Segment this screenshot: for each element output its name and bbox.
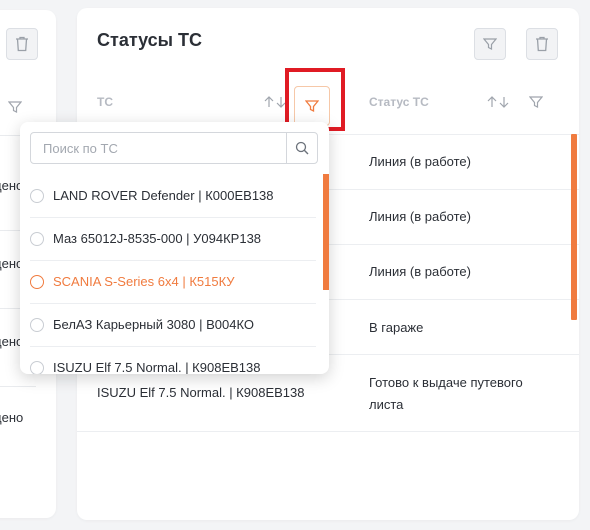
- filter-button[interactable]: [474, 28, 506, 60]
- search-box: [30, 132, 318, 164]
- left-cell: дено: [0, 410, 24, 425]
- search-icon: [295, 141, 309, 155]
- radio-button[interactable]: [30, 231, 44, 246]
- filter-option[interactable]: LAND ROVER Defender | К000ЕВ138: [30, 174, 316, 217]
- status-cell: В гараже: [369, 320, 424, 335]
- row-divider: [0, 386, 36, 387]
- delete-button[interactable]: [526, 28, 558, 60]
- option-label: Маз 65012J-8535-000 | У094КР138: [53, 231, 262, 246]
- vehicle-filter-dropdown: LAND ROVER Defender | К000ЕВ138 Маз 6501…: [20, 122, 329, 374]
- filter-icon: [483, 38, 497, 50]
- column-header-vehicle: ТС: [97, 95, 113, 109]
- search-input[interactable]: [31, 133, 287, 163]
- status-cell: Линия (в работе): [369, 264, 471, 279]
- filter-option[interactable]: ISUZU Elf 7.5 Normal. | К908ЕВ138: [30, 346, 316, 374]
- radio-button[interactable]: [30, 360, 44, 374]
- radio-button[interactable]: [30, 188, 44, 203]
- status-cell: Готово к выдаче путевого листа: [369, 375, 523, 412]
- status-cell: Линия (в работе): [369, 209, 471, 224]
- table-scrollbar[interactable]: [571, 134, 577, 320]
- option-label: ISUZU Elf 7.5 Normal. | К908ЕВ138: [53, 360, 261, 374]
- dropdown-scrollbar[interactable]: [323, 174, 329, 290]
- radio-button[interactable]: [30, 274, 44, 289]
- sort-icon[interactable]: [487, 96, 511, 108]
- trash-icon: [536, 36, 548, 52]
- filter-option[interactable]: Маз 65012J-8535-000 | У094КР138: [30, 217, 316, 260]
- option-label: SCANIA S-Series 6x4 | К515КУ: [53, 274, 235, 289]
- card-title: Статусы ТС: [97, 30, 203, 50]
- filter-option[interactable]: БелАЗ Карьерный 3080 | В004КО: [30, 303, 316, 346]
- option-label: LAND ROVER Defender | К000ЕВ138: [53, 188, 274, 203]
- radio-button[interactable]: [30, 317, 44, 332]
- column-header-status: Статус ТС: [369, 95, 429, 109]
- vehicle-cell: ISUZU Elf 7.5 Normal. | К908ЕВ138: [97, 385, 305, 400]
- row-divider: [77, 431, 579, 432]
- filter-icon[interactable]: [529, 95, 543, 109]
- filter-icon[interactable]: [8, 100, 22, 114]
- delete-button[interactable]: [6, 28, 38, 60]
- status-cell: Линия (в работе): [369, 154, 471, 169]
- trash-icon: [16, 36, 28, 52]
- option-label: БелАЗ Карьерный 3080 | В004КО: [53, 317, 254, 332]
- filter-option-selected[interactable]: SCANIA S-Series 6x4 | К515КУ: [30, 260, 316, 303]
- search-button[interactable]: [286, 133, 317, 163]
